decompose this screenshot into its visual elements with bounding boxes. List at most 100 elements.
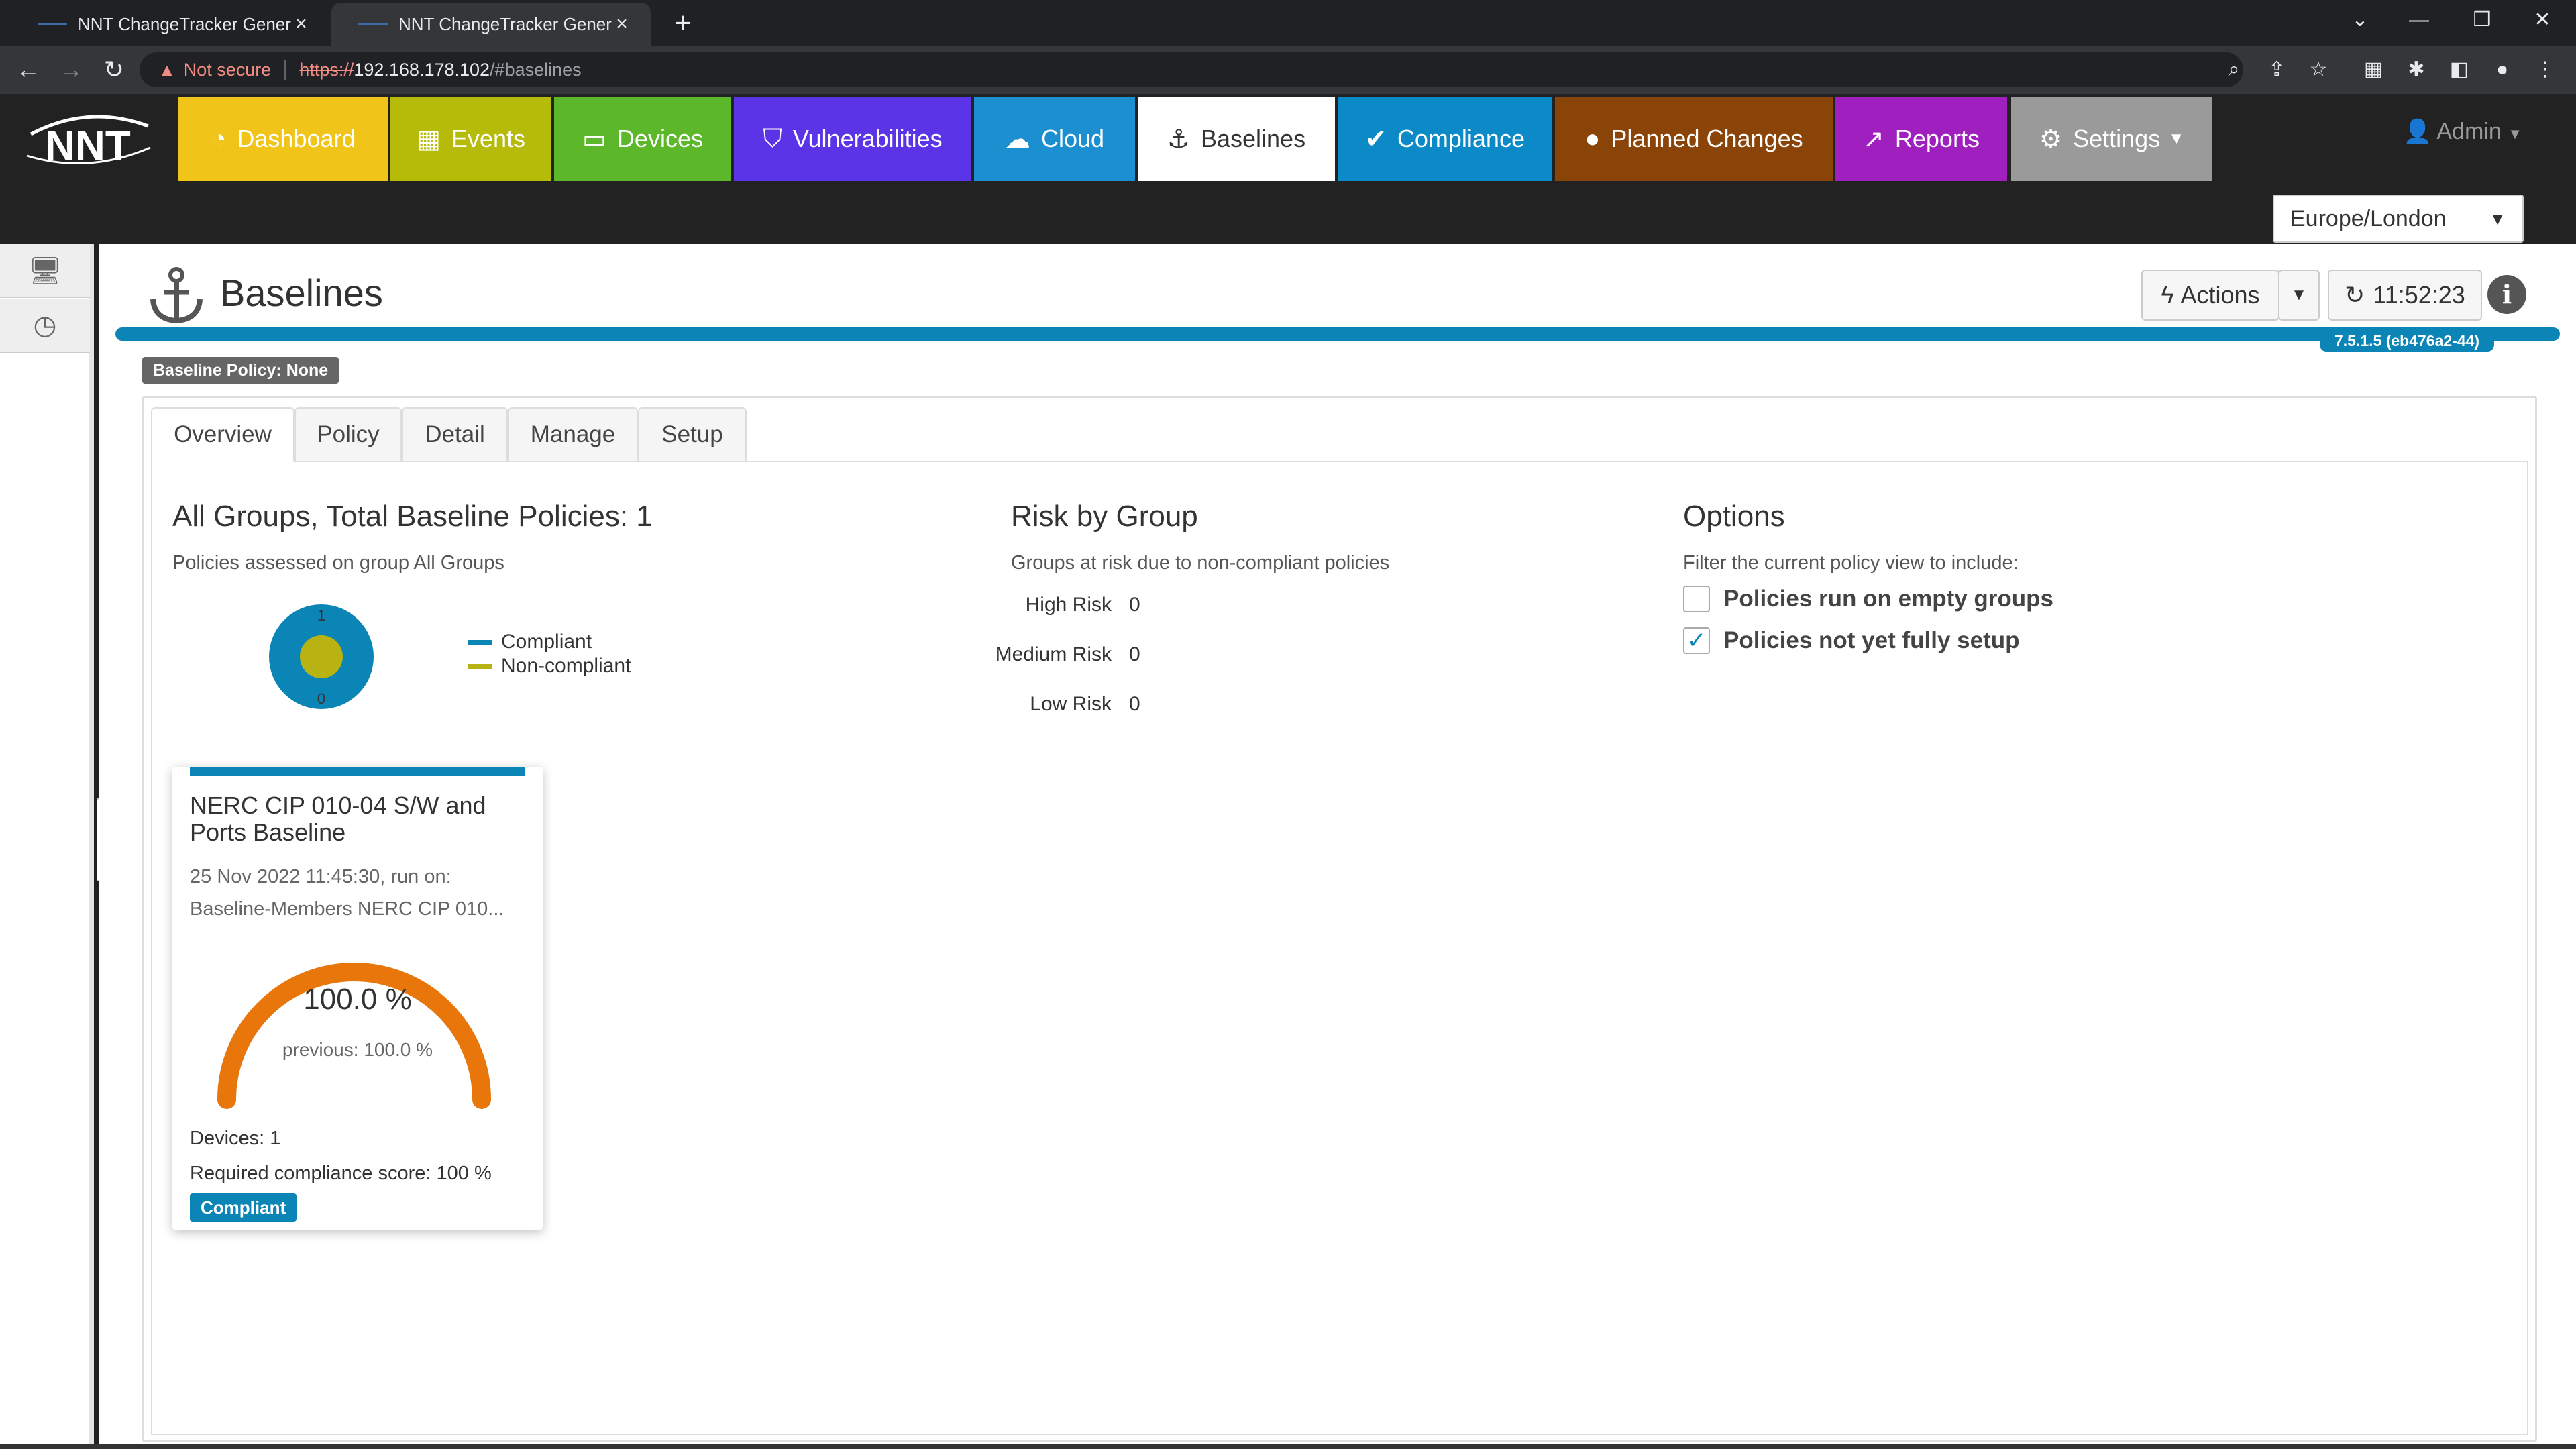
option-not-fully-setup[interactable]: ✓ Policies not yet fully setup: [1683, 627, 2019, 654]
tab-search-icon[interactable]: ⌄: [2333, 4, 2387, 36]
rail-history-button[interactable]: ◷: [0, 299, 90, 353]
nav-dashboard[interactable]: ◔ Dashboard: [178, 97, 388, 181]
close-tab-icon[interactable]: ×: [612, 13, 632, 36]
url-path: /#baselines: [490, 59, 582, 80]
risk-label-high: High Risk: [1025, 594, 1112, 616]
shield-icon: ⛉: [763, 124, 782, 153]
timezone-select[interactable]: Europe/London ▼: [2273, 195, 2524, 243]
tab-policy[interactable]: Policy: [294, 407, 402, 462]
nav-settings[interactable]: ⚙ Settings ▼: [2011, 97, 2212, 181]
legend-item: Compliant: [468, 630, 631, 654]
nav-compliance[interactable]: ✔ Compliance: [1338, 97, 1552, 181]
baselines-panel: Overview Policy Detail Manage Setup All …: [142, 396, 2537, 1442]
compliance-gauge: [217, 963, 491, 1109]
forward-button[interactable]: →: [54, 52, 89, 87]
risk-value-medium: 0: [1129, 643, 1140, 665]
options-subtitle: Filter the current policy view to includ…: [1683, 552, 2019, 574]
card-members[interactable]: Baseline-Members NERC CIP 010...: [190, 898, 525, 920]
actions-dropdown-button[interactable]: ▼: [2278, 270, 2320, 321]
nav-reports[interactable]: ↗ Reports: [1835, 97, 2007, 181]
tab-manage[interactable]: Manage: [508, 407, 638, 462]
risk-value-low: 0: [1129, 693, 1140, 715]
share-icon[interactable]: ⇪: [2261, 54, 2293, 86]
profile-icon[interactable]: ●: [2485, 54, 2520, 86]
chevron-down-icon: ▼: [2168, 129, 2184, 148]
option-label: Policies not yet fully setup: [1723, 627, 2020, 653]
favicon-icon: [38, 23, 67, 25]
window-bottom-edge: [0, 1444, 2576, 1449]
browser-tab-1[interactable]: NNT ChangeTracker Generation ×: [11, 3, 330, 46]
tab-label: Policy: [317, 421, 380, 447]
tab-label: Detail: [425, 421, 485, 447]
policy-card[interactable]: NERC CIP 010-04 S/W and Ports Baseline 2…: [172, 767, 543, 1230]
tab-detail[interactable]: Detail: [402, 407, 508, 462]
timezone-value: Europe/London: [2290, 205, 2447, 231]
clock-icon: ◷: [33, 311, 57, 340]
minimize-button[interactable]: —: [2392, 4, 2446, 36]
nav-events[interactable]: ▦ Events: [390, 97, 551, 181]
info-icon[interactable]: i: [2487, 275, 2526, 314]
nav-devices[interactable]: ▭ Devices: [554, 97, 731, 181]
chevron-down-icon: ▼: [2508, 125, 2522, 142]
rail-devices-button[interactable]: 🖥: [0, 244, 90, 298]
security-status[interactable]: Not secure: [184, 60, 272, 80]
legend-label: Non-compliant: [501, 655, 631, 677]
tab-overview[interactable]: Overview: [151, 407, 294, 462]
browser-tab-2[interactable]: NNT ChangeTracker Generation ×: [331, 3, 651, 46]
bookmark-star-icon[interactable]: ☆: [2302, 54, 2334, 86]
user-menu[interactable]: 👤 Admin ▼: [2403, 118, 2522, 145]
nav-planned-changes[interactable]: ● Planned Changes: [1555, 97, 1833, 181]
compliance-donut: 1 0: [269, 604, 374, 709]
actions-label: Actions: [2180, 281, 2260, 309]
card-title[interactable]: NERC CIP 010-04 S/W and Ports Baseline: [190, 792, 525, 846]
reload-button[interactable]: ↻: [97, 52, 131, 87]
version-badge: 7.5.1.5 (eb476a2-44): [2320, 330, 2495, 352]
risk-label-medium: Medium Risk: [995, 643, 1112, 665]
risk-heading: Risk by Group: [1011, 500, 1198, 533]
side-panel-icon[interactable]: ◧: [2442, 54, 2477, 86]
browser-tab-bar: NNT ChangeTracker Generation × NNT Chang…: [0, 0, 2576, 46]
close-tab-icon[interactable]: ×: [291, 13, 311, 36]
legend-swatch: [468, 663, 492, 669]
nav-label: Vulnerabilities: [792, 125, 943, 152]
favicon-icon: [358, 23, 388, 25]
groups-subtitle: Policies assessed on group All Groups: [172, 552, 504, 574]
user-icon: 👤: [2403, 119, 2432, 144]
address-bar[interactable]: ▲ Not secure https:// 192.168.178.102 /#…: [140, 52, 2243, 87]
actions-button[interactable]: ϟ Actions: [2141, 270, 2279, 321]
url-host: 192.168.178.102: [354, 59, 490, 80]
extensions-puzzle-icon[interactable]: ✱: [2399, 54, 2434, 86]
nav-label: Cloud: [1040, 125, 1105, 152]
empty-groups-checkbox[interactable]: [1683, 586, 1710, 612]
restore-button[interactable]: ❐: [2455, 4, 2509, 36]
extension-qr-icon[interactable]: ▦: [2356, 54, 2391, 86]
option-empty-groups[interactable]: Policies run on empty groups: [1683, 586, 2053, 612]
groups-heading: All Groups, Total Baseline Policies: 1: [172, 500, 653, 533]
browser-toolbar: ← → ↻ ▲ Not secure https:// 192.168.178.…: [0, 46, 2576, 94]
close-window-button[interactable]: ✕: [2516, 4, 2569, 36]
nav-label: Devices: [616, 125, 703, 152]
tab-setup[interactable]: Setup: [638, 407, 747, 462]
browser-menu-icon[interactable]: ⋮: [2528, 54, 2563, 86]
not-fully-setup-checkbox[interactable]: ✓: [1683, 627, 1710, 654]
new-tab-button[interactable]: +: [667, 8, 699, 40]
legend-item: Non-compliant: [468, 654, 631, 678]
chevron-down-icon: ▼: [2489, 208, 2506, 229]
calendar-icon: ▦: [417, 125, 441, 154]
nnt-logo[interactable]: NNT: [17, 107, 158, 170]
url-scheme: https://: [299, 59, 354, 80]
zoom-icon[interactable]: ⌕: [2218, 54, 2250, 86]
refresh-button[interactable]: ↻ 11:52:23: [2328, 270, 2482, 321]
card-required-score: Required compliance score: 100 %: [190, 1163, 492, 1184]
warning-icon: ▲: [158, 59, 176, 80]
nav-vulnerabilities[interactable]: ⛉ Vulnerabilities: [734, 97, 971, 181]
left-rail: 🖥 ◷: [0, 244, 94, 1449]
refresh-icon: ↻: [2345, 281, 2365, 309]
nav-label: Planned Changes: [1611, 125, 1803, 152]
back-button[interactable]: ←: [11, 52, 46, 87]
nav-cloud[interactable]: ☁ Cloud: [974, 97, 1135, 181]
chart-icon: ↗: [1863, 125, 1884, 154]
donut-compliant-count: 1: [317, 607, 325, 624]
gear-icon: ⚙: [2039, 125, 2063, 154]
nav-baselines[interactable]: ⚓ Baselines: [1138, 97, 1335, 181]
